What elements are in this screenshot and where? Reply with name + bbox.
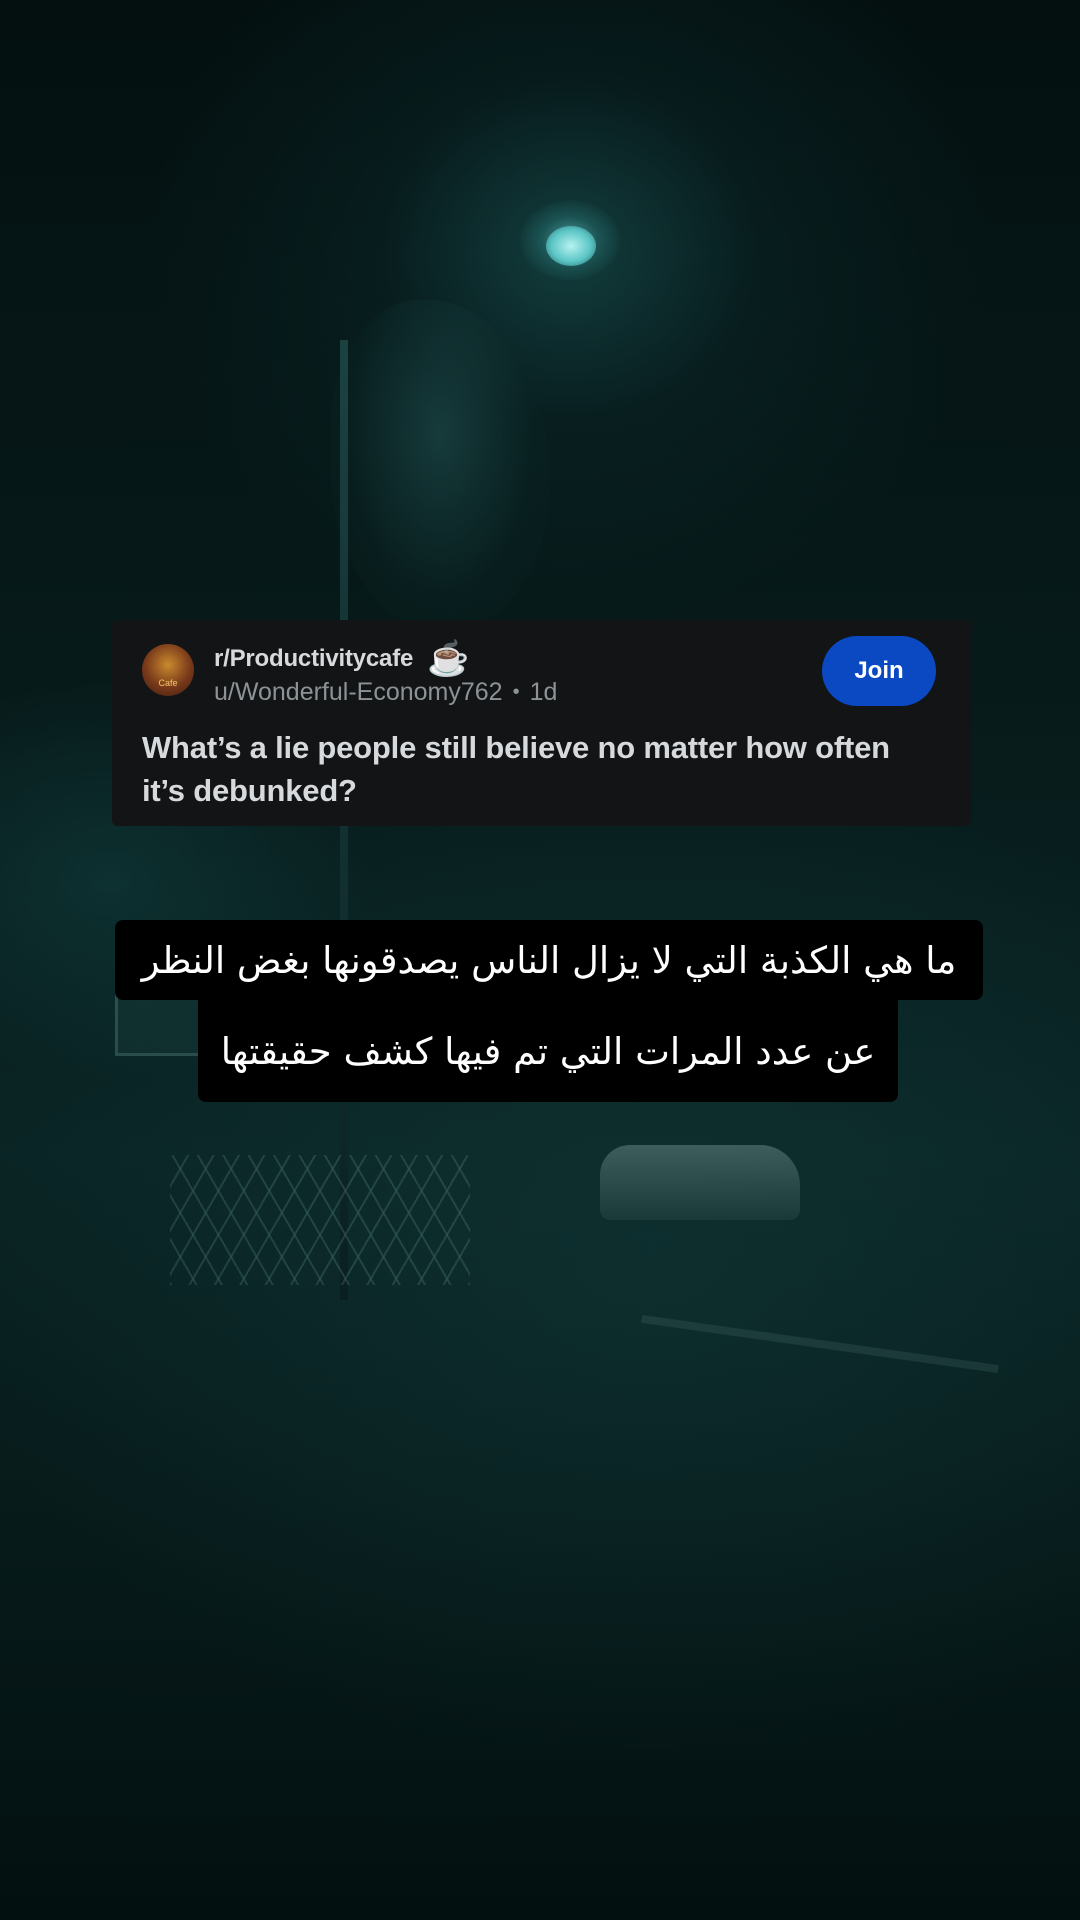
coffee-cup-icon: ☕: [427, 640, 470, 678]
meta-separator: •: [512, 681, 520, 703]
street-lamp-bulb: [546, 226, 596, 266]
tree-silhouette: [330, 300, 550, 630]
caption-line-1: ما هي الكذبة التي لا يزال الناس يصدقونها…: [115, 920, 983, 1000]
fence: [170, 1155, 470, 1285]
parked-car: [600, 1145, 800, 1220]
author-name[interactable]: u/Wonderful-Economy762: [214, 678, 503, 707]
background-photo: Cafe r/Productivitycafe ☕ u/Wonderful-Ec…: [0, 0, 1080, 1920]
post-age: 1d: [529, 678, 558, 706]
subreddit-name[interactable]: r/Productivitycafe: [214, 645, 413, 673]
caption-line-2: عن عدد المرات التي تم فيها كشف حقيقتها: [198, 1000, 898, 1102]
join-button[interactable]: Join: [822, 636, 936, 706]
post-meta: u/Wonderful-Economy762 • 1d: [214, 678, 557, 707]
post-title[interactable]: What’s a lie people still believe no mat…: [142, 726, 902, 812]
reddit-post-card[interactable]: Cafe r/Productivitycafe ☕ u/Wonderful-Ec…: [112, 620, 972, 826]
avatar-text: Cafe: [158, 678, 178, 688]
road-marking: [641, 1314, 999, 1374]
subreddit-row: r/Productivitycafe ☕: [214, 642, 469, 676]
subreddit-avatar[interactable]: Cafe: [142, 644, 194, 696]
